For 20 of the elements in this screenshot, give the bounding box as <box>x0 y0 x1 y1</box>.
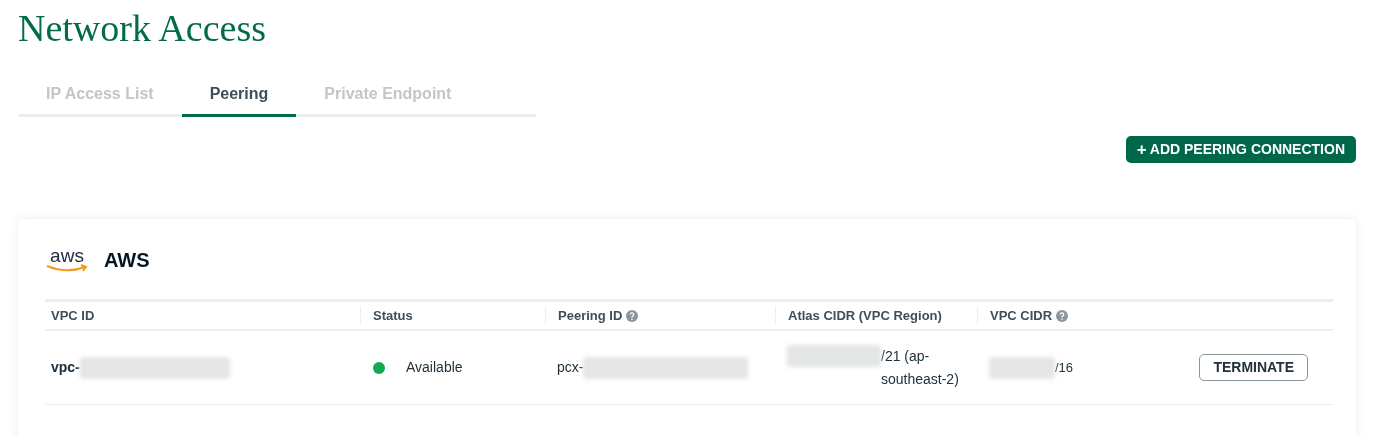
table-cell-text: pcx- <box>557 358 584 377</box>
redaction-blur <box>989 356 1055 379</box>
provider-name: AWS <box>104 248 150 273</box>
table-cell-text: /21 (ap-southeast-2) <box>881 346 960 389</box>
column-header: VPC CIDR <box>990 306 1053 325</box>
terminate-button[interactable]: TERMINATE <box>1199 354 1308 381</box>
add-peering-connection-button[interactable]: + ADD PEERING CONNECTION <box>1125 136 1356 163</box>
column-header: Peering ID <box>558 306 623 325</box>
column-header: VPC ID <box>51 306 95 325</box>
table-cell-text: Available <box>406 358 463 377</box>
help-icon[interactable] <box>1056 309 1069 322</box>
table-cell-text: /16 <box>1055 358 1074 377</box>
tab[interactable]: Peering <box>181 82 297 117</box>
plus-icon: + <box>1136 141 1147 158</box>
column-header: Atlas CIDR (VPC Region) <box>788 306 942 325</box>
help-icon[interactable] <box>626 309 639 322</box>
aws-logo: aws <box>45 248 89 272</box>
column-header: Status <box>373 306 413 325</box>
page-title: Network Access <box>18 6 266 47</box>
table-cell-text: vpc- <box>51 358 80 377</box>
